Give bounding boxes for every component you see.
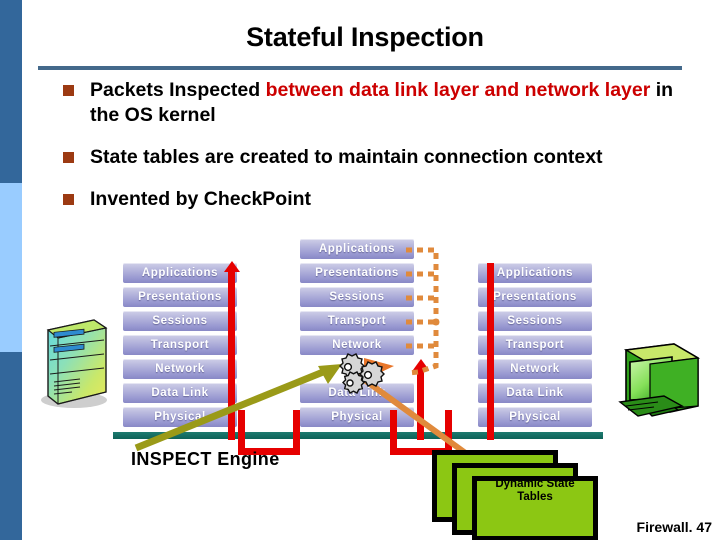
- inbound-packet-arrow: [134, 364, 342, 452]
- title-divider: [38, 66, 682, 70]
- osi-layer: Transport: [300, 311, 414, 331]
- bullet-square-icon: [63, 194, 74, 205]
- upward-flow-arrow-left-head: [224, 261, 240, 272]
- inspect-engine-label: INSPECT Engine: [131, 449, 280, 469]
- bullet-list: Packets Inspected between data link laye…: [56, 78, 676, 225]
- osi-layer: Sessions: [478, 311, 592, 331]
- list-item: Packets Inspected between data link laye…: [56, 78, 676, 128]
- slide-canvas: Stateful Inspection Packets Inspected be…: [0, 0, 720, 540]
- gears-icon: [339, 353, 385, 394]
- osi-layer: Sessions: [300, 287, 414, 307]
- server-tower-icon: [41, 319, 108, 408]
- osi-layer: Applications: [123, 263, 237, 283]
- bullet-text: State tables are created to maintain con…: [90, 146, 603, 168]
- list-item: Invented by CheckPoint: [56, 187, 676, 212]
- desktop-computer-icon: [618, 343, 701, 417]
- stateful-inspection-dashed-path: [406, 247, 440, 376]
- page-title: Stateful Inspection: [246, 22, 484, 52]
- osi-layer: Applications: [478, 263, 592, 283]
- slide-footer: Firewall. 47: [636, 519, 712, 535]
- bullet-text-plain-before: Packets Inspected: [90, 79, 266, 101]
- osi-layer: Presentations: [478, 287, 592, 307]
- bullet-square-icon: [63, 85, 74, 96]
- stateful-inspection-diagram: Applications Presentations Sessions Tran…: [0, 228, 720, 540]
- osi-layer: Presentations: [123, 287, 237, 307]
- sidebar-rail-top: [0, 0, 22, 183]
- osi-layer: Transport: [123, 335, 237, 355]
- bullet-text-highlight: between data link layer and network laye…: [265, 79, 651, 101]
- osi-layer: Sessions: [123, 311, 237, 331]
- osi-layer: Applications: [300, 239, 414, 259]
- osi-layer: Presentations: [300, 263, 414, 283]
- bullet-text: Invented by CheckPoint: [90, 188, 312, 210]
- osi-layer: Transport: [478, 335, 592, 355]
- bullet-square-icon: [63, 152, 74, 163]
- list-item: State tables are created to maintain con…: [56, 145, 676, 170]
- state-table-label: Dynamic State Tables: [495, 478, 575, 503]
